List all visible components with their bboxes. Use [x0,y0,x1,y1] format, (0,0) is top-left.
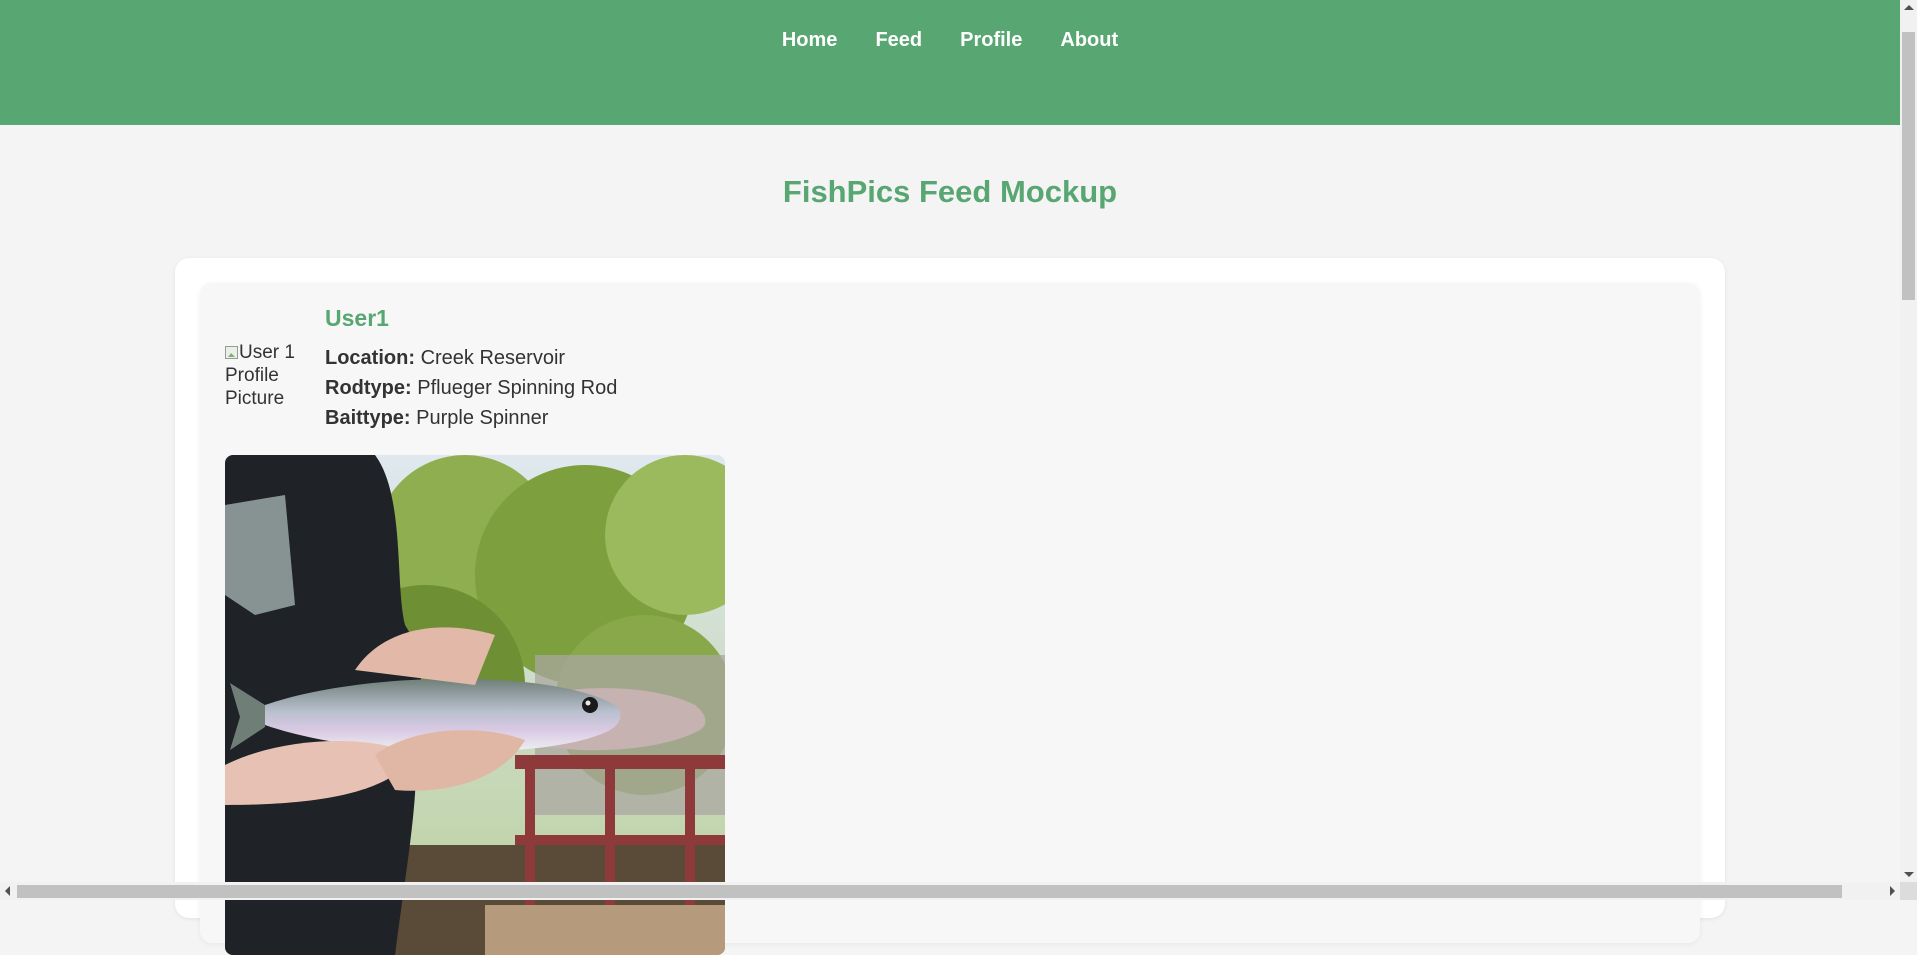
rodtype-label: Rodtype: [325,377,412,399]
baittype-value: Purple Spinner [416,407,549,429]
scrollbar-corner [1900,882,1917,900]
horizontal-scrollbar[interactable] [0,882,1900,900]
nav-links: Home Feed Profile About [0,29,1900,52]
scroll-down-arrow-icon[interactable] [1904,872,1914,877]
baittype-label: Baittype: [325,407,411,429]
location-label: Location: [325,347,415,369]
location-value: Creek Reservoir [420,347,566,369]
fish-photo-illustration [225,455,725,955]
nav-link-about[interactable]: About [1060,29,1118,52]
broken-image-icon [225,346,238,359]
post-baittype: Baittype: Purple Spinner [325,407,548,430]
vertical-scrollbar[interactable] [1900,0,1917,882]
top-navbar: Home Feed Profile About [0,0,1900,125]
scroll-up-arrow-icon[interactable] [1904,5,1914,10]
post-card: User 1 Profile Picture User1 Location: C… [200,283,1700,955]
post-photo[interactable] [225,455,725,955]
rodtype-value: Pflueger Spinning Rod [417,377,618,399]
scroll-left-arrow-icon[interactable] [5,886,10,896]
post-rodtype: Rodtype: Pflueger Spinning Rod [325,377,617,400]
avatar[interactable]: User 1 Profile Picture [225,341,300,416]
post-username[interactable]: User1 [325,305,389,332]
nav-link-profile[interactable]: Profile [960,29,1022,52]
page-title: FishPics Feed Mockup [782,174,1118,209]
scroll-right-arrow-icon[interactable] [1890,886,1895,896]
horizontal-scroll-thumb[interactable] [17,885,1842,898]
post-location: Location: Creek Reservoir [325,347,565,370]
feed-container: User 1 Profile Picture User1 Location: C… [175,258,1725,955]
nav-link-home[interactable]: Home [782,29,838,52]
nav-link-feed[interactable]: Feed [875,29,922,52]
vertical-scroll-thumb[interactable] [1902,32,1915,300]
